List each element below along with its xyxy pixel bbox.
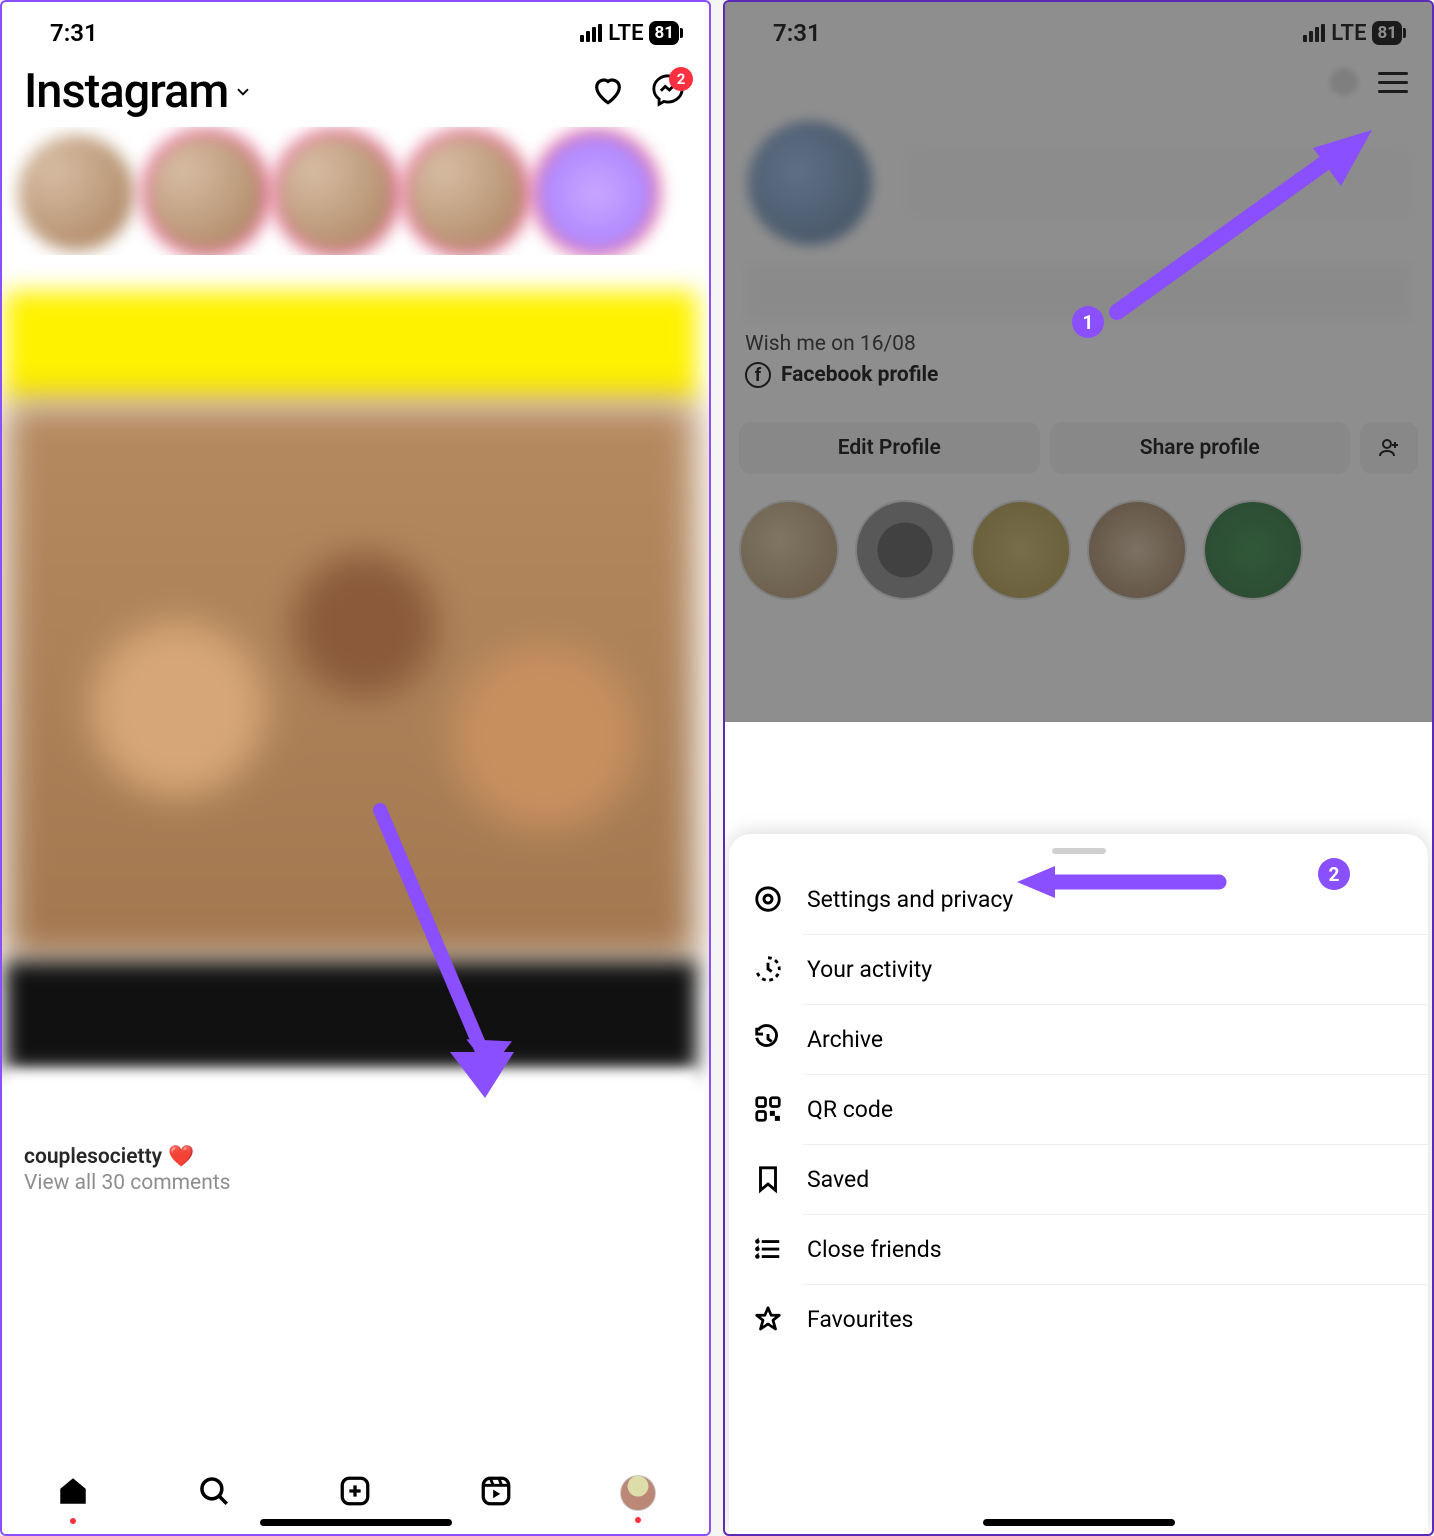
highlights-tray[interactable]: [725, 474, 1432, 604]
signal-icon: [580, 24, 602, 42]
menu-item-favourites[interactable]: Favourites: [729, 1284, 1428, 1354]
messenger-button[interactable]: 2: [651, 73, 685, 111]
search-icon: [197, 1474, 231, 1508]
profile-header: [725, 56, 1432, 108]
highlight-item[interactable]: [855, 500, 955, 600]
header-actions: 2: [591, 73, 685, 111]
sheet-list: Settings and privacy Your activity Archi…: [729, 860, 1428, 1358]
story-item[interactable]: [278, 135, 394, 251]
highlight-item[interactable]: [739, 500, 839, 600]
menu-label: QR code: [807, 1096, 893, 1123]
instagram-logo[interactable]: Instagram: [24, 64, 252, 119]
post-username[interactable]: couplesocietty ❤️: [24, 1145, 687, 1169]
profile-avatar-icon: [620, 1475, 656, 1511]
menu-label: Saved: [807, 1166, 869, 1193]
nav-reels[interactable]: [479, 1474, 513, 1512]
post-caption-overlay: [5, 961, 697, 1071]
menu-item-saved[interactable]: Saved: [729, 1144, 1428, 1214]
menu-bottom-sheet: Settings and privacy Your activity Archi…: [729, 834, 1428, 1534]
home-indicator: [260, 1519, 452, 1526]
view-comments-link[interactable]: View all 30 comments: [24, 1171, 687, 1195]
highlight-item[interactable]: [1203, 500, 1303, 600]
activity-icon: [753, 954, 783, 984]
signal-icon: [1303, 24, 1325, 42]
battery-icon: 81: [1372, 21, 1402, 45]
add-person-icon: [1377, 436, 1401, 460]
screenshot-profile-menu: 7:31 LTE 81 Wish me on 16/08 f Facebook …: [723, 0, 1434, 1536]
profile-action-buttons: Edit Profile Share profile: [725, 398, 1432, 474]
network-label: LTE: [608, 21, 643, 46]
nav-dot-icon: [70, 1518, 76, 1524]
sheet-drag-handle[interactable]: [1052, 848, 1106, 854]
share-profile-button[interactable]: Share profile: [1050, 422, 1351, 474]
nav-home[interactable]: [56, 1474, 90, 1512]
create-button[interactable]: [1330, 68, 1358, 96]
menu-label: Favourites: [807, 1306, 913, 1333]
profile-stats[interactable]: [905, 148, 1412, 218]
qr-icon: [753, 1094, 783, 1124]
plus-square-icon: [338, 1474, 372, 1508]
facebook-icon: f: [745, 362, 771, 388]
gear-icon: [753, 884, 783, 914]
heart-icon: [591, 73, 625, 107]
menu-label: Close friends: [807, 1236, 942, 1263]
annotation-step-2: 2: [1318, 858, 1350, 890]
logo-text: Instagram: [24, 64, 228, 119]
menu-item-close-friends[interactable]: Close friends: [729, 1214, 1428, 1284]
status-bar: 7:31 LTE 81: [2, 2, 709, 56]
profile-avatar[interactable]: [745, 118, 875, 248]
network-label: LTE: [1331, 21, 1366, 46]
home-icon: [56, 1474, 90, 1508]
story-item[interactable]: [408, 135, 524, 251]
highlight-item[interactable]: [971, 500, 1071, 600]
post-actions-blur: [5, 1071, 697, 1141]
home-indicator: [983, 1519, 1175, 1526]
story-item[interactable]: [538, 135, 654, 251]
annotation-step-1: 1: [1072, 306, 1104, 338]
status-time: 7:31: [50, 19, 98, 47]
close-friends-icon: [753, 1234, 783, 1264]
status-time: 7:31: [773, 19, 821, 47]
app-header: Instagram 2: [2, 56, 709, 127]
menu-item-archive[interactable]: Archive: [729, 1004, 1428, 1074]
post-media: [5, 401, 697, 961]
stories-tray[interactable]: [2, 127, 709, 255]
profile-screen: 7:31 LTE 81 Wish me on 16/08 f Facebook …: [725, 2, 1432, 604]
facebook-profile-link[interactable]: f Facebook profile: [745, 362, 1412, 388]
menu-label: Your activity: [807, 956, 932, 983]
hamburger-menu-button[interactable]: [1378, 72, 1408, 93]
profile-bio: Wish me on 16/08: [745, 332, 1412, 356]
archive-icon: [753, 1024, 783, 1054]
bookmark-icon: [753, 1164, 783, 1194]
story-item[interactable]: [18, 135, 134, 251]
nav-profile[interactable]: [620, 1475, 656, 1511]
activity-button[interactable]: [591, 73, 625, 111]
status-right: LTE 81: [1303, 21, 1402, 46]
chevron-down-icon: [234, 83, 252, 101]
discover-people-button[interactable]: [1360, 422, 1418, 474]
menu-item-activity[interactable]: Your activity: [729, 934, 1428, 1004]
nav-dot-icon: [635, 1517, 641, 1523]
menu-item-qr[interactable]: QR code: [729, 1074, 1428, 1144]
story-item[interactable]: [148, 135, 264, 251]
reels-icon: [479, 1474, 513, 1508]
post-meta: couplesocietty ❤️ View all 30 comments: [2, 1141, 709, 1201]
menu-label: Settings and privacy: [807, 886, 1013, 913]
feed-post[interactable]: [5, 291, 697, 1141]
nav-search[interactable]: [197, 1474, 231, 1512]
highlight-item[interactable]: [1087, 500, 1187, 600]
screenshot-feed: 7:31 LTE 81 Instagram 2: [0, 0, 711, 1536]
menu-label: Archive: [807, 1026, 883, 1053]
edit-profile-button[interactable]: Edit Profile: [739, 422, 1040, 474]
nav-create[interactable]: [338, 1474, 372, 1512]
star-icon: [753, 1304, 783, 1334]
status-bar: 7:31 LTE 81: [725, 2, 1432, 56]
status-right: LTE 81: [580, 21, 679, 46]
dm-badge: 2: [669, 67, 693, 91]
battery-icon: 81: [649, 21, 679, 45]
heart-emoji-icon: ❤️: [168, 1145, 194, 1169]
post-banner: [5, 291, 697, 401]
profile-info: Wish me on 16/08 f Facebook profile: [725, 108, 1432, 398]
